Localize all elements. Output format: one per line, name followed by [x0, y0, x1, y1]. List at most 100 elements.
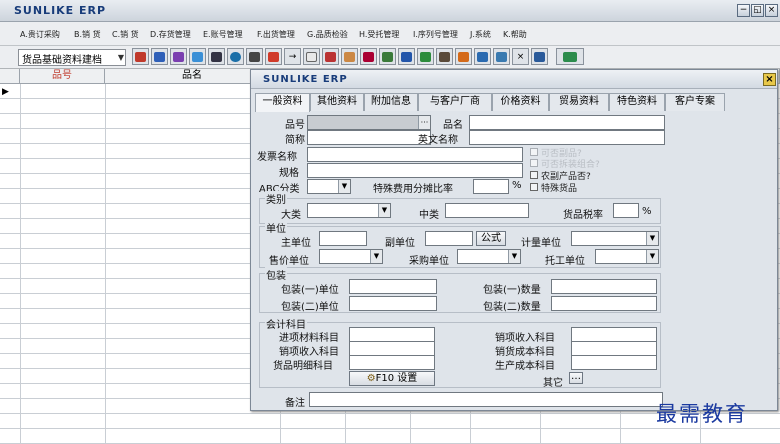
- goods-detail-label: 货品明细科目: [273, 361, 333, 372]
- table-icon[interactable]: [379, 48, 396, 65]
- mail-icon[interactable]: [455, 48, 472, 65]
- tab-customer-project[interactable]: 客户专案: [665, 93, 725, 111]
- close-icon[interactable]: ×: [765, 4, 778, 17]
- purchase-unit-select[interactable]: ▼: [457, 249, 521, 264]
- checkbox-assembly[interactable]: [530, 159, 538, 167]
- abc-class-select[interactable]: ▼: [307, 179, 351, 194]
- invoice-name-input[interactable]: [307, 147, 523, 162]
- ellipsis-icon[interactable]: ···: [418, 116, 430, 129]
- category-group-title: 类别: [265, 191, 287, 206]
- outsource-unit-select[interactable]: ▼: [595, 249, 659, 264]
- menu-item-inventory[interactable]: D.存货管理: [150, 29, 191, 40]
- f10-settings-button[interactable]: ⚙F10 设置: [349, 371, 435, 386]
- f10-settings-label: F10 设置: [375, 373, 418, 384]
- pack1-unit-input[interactable]: [349, 279, 437, 294]
- menu-item-consign[interactable]: H.受托管理: [359, 29, 399, 40]
- chevron-down-icon[interactable]: ▼: [338, 180, 350, 193]
- link-icon[interactable]: [493, 48, 510, 65]
- measure-unit-select[interactable]: ▼: [571, 231, 659, 246]
- chevron-down-icon[interactable]: ▼: [378, 204, 390, 217]
- formula-button[interactable]: 公式: [476, 231, 506, 246]
- exit-icon[interactable]: [556, 48, 584, 65]
- sale-unit-select[interactable]: ▼: [319, 249, 383, 264]
- copy-icon[interactable]: [151, 48, 168, 65]
- tab-other[interactable]: 其他资料: [310, 93, 364, 111]
- menu-item-quality[interactable]: G.品质检验: [307, 29, 348, 40]
- function-combo[interactable]: 货品基础资料建档: [18, 49, 126, 66]
- tools-icon[interactable]: [436, 48, 453, 65]
- sales-income-in-input[interactable]: [349, 341, 435, 356]
- purchase-material-input[interactable]: [349, 327, 435, 342]
- tab-general[interactable]: 一般资料: [255, 93, 310, 112]
- row-header-corner: [0, 69, 20, 84]
- checkbox-agricultural[interactable]: [530, 171, 538, 179]
- tab-extra[interactable]: 附加信息: [364, 93, 418, 111]
- menu-item-help[interactable]: K.帮助: [503, 29, 527, 40]
- document-icon[interactable]: [303, 48, 320, 65]
- product-no-input[interactable]: ···: [307, 115, 431, 130]
- restore-icon[interactable]: ◱: [751, 4, 764, 17]
- checkbox-byproduct[interactable]: [530, 148, 538, 156]
- column-header-product-no[interactable]: 品号: [20, 69, 105, 84]
- minimize-icon[interactable]: −: [737, 4, 750, 17]
- pen-icon[interactable]: [341, 48, 358, 65]
- tab-feature[interactable]: 特色资料: [609, 93, 665, 111]
- grid-column-line: [20, 84, 21, 444]
- red-flag-icon[interactable]: [265, 48, 282, 65]
- pack2-qty-input[interactable]: [551, 296, 657, 311]
- cancel-icon[interactable]: ×: [512, 48, 529, 65]
- middle-class-input[interactable]: [445, 203, 529, 218]
- tab-strip: 一般资料 其他资料 附加信息 与客户厂商 价格资料 贸易资料 特色资料 客户专案: [255, 93, 775, 112]
- chevron-down-icon[interactable]: ▼: [646, 250, 658, 263]
- chevron-down-icon[interactable]: ▼: [370, 250, 382, 263]
- menu-item-serial[interactable]: I.序列号管理: [413, 29, 458, 40]
- short-name-input[interactable]: [307, 130, 431, 145]
- pack1-qty-input[interactable]: [551, 279, 657, 294]
- menu-item-shipping[interactable]: F.出货管理: [257, 29, 295, 40]
- new-icon[interactable]: [132, 48, 149, 65]
- english-name-input[interactable]: [469, 130, 665, 145]
- production-cost-label: 生产成本科目: [495, 361, 555, 372]
- menu-item-sales-b[interactable]: C.销 货: [112, 29, 139, 40]
- tab-customer-vendor[interactable]: 与客户厂商: [418, 93, 492, 111]
- pack2-unit-input[interactable]: [349, 296, 437, 311]
- attach-icon[interactable]: [474, 48, 491, 65]
- sales-income-input[interactable]: [571, 327, 657, 342]
- window-icon[interactable]: [417, 48, 434, 65]
- table-row[interactable]: [0, 429, 780, 444]
- spec-input[interactable]: [307, 163, 523, 178]
- secondary-unit-input[interactable]: [425, 231, 473, 246]
- tab-trade[interactable]: 贸易资料: [549, 93, 609, 111]
- print-icon[interactable]: [246, 48, 263, 65]
- chevron-down-icon[interactable]: ▼: [508, 250, 520, 263]
- list-icon[interactable]: [189, 48, 206, 65]
- grid-icon[interactable]: [170, 48, 187, 65]
- remark-input[interactable]: [309, 392, 663, 407]
- expense-ratio-input[interactable]: [473, 179, 509, 194]
- goods-detail-input[interactable]: [349, 355, 435, 370]
- delete-icon[interactable]: [360, 48, 377, 65]
- save-icon[interactable]: [208, 48, 225, 65]
- major-class-select[interactable]: ▼: [307, 203, 391, 218]
- chart-icon[interactable]: [398, 48, 415, 65]
- menu-item-system[interactable]: J.系统: [470, 29, 491, 40]
- menu-item-purchase[interactable]: A.贵订采购: [20, 29, 60, 40]
- tab-price[interactable]: 价格资料: [492, 93, 549, 111]
- tax-rate-input[interactable]: [613, 203, 639, 218]
- main-unit-input[interactable]: [319, 231, 367, 246]
- other-ellipsis-button[interactable]: …: [569, 372, 583, 384]
- sales-cost-input[interactable]: [571, 341, 657, 356]
- chevron-down-icon[interactable]: ▼: [116, 50, 126, 65]
- refresh-icon[interactable]: [227, 48, 244, 65]
- product-name-input[interactable]: [469, 115, 665, 130]
- menu-item-sales-a[interactable]: B.销 货: [74, 29, 101, 40]
- production-cost-input[interactable]: [571, 355, 657, 370]
- arrow-right-icon[interactable]: →: [284, 48, 301, 65]
- english-name-label: 英文名称: [418, 135, 458, 146]
- chevron-down-icon[interactable]: ▼: [646, 232, 658, 245]
- checkbox-special[interactable]: [530, 183, 538, 191]
- menu-item-account[interactable]: E.账号管理: [203, 29, 243, 40]
- edit-icon[interactable]: [322, 48, 339, 65]
- dialog-close-icon[interactable]: ×: [763, 73, 776, 86]
- settings-icon[interactable]: [531, 48, 548, 65]
